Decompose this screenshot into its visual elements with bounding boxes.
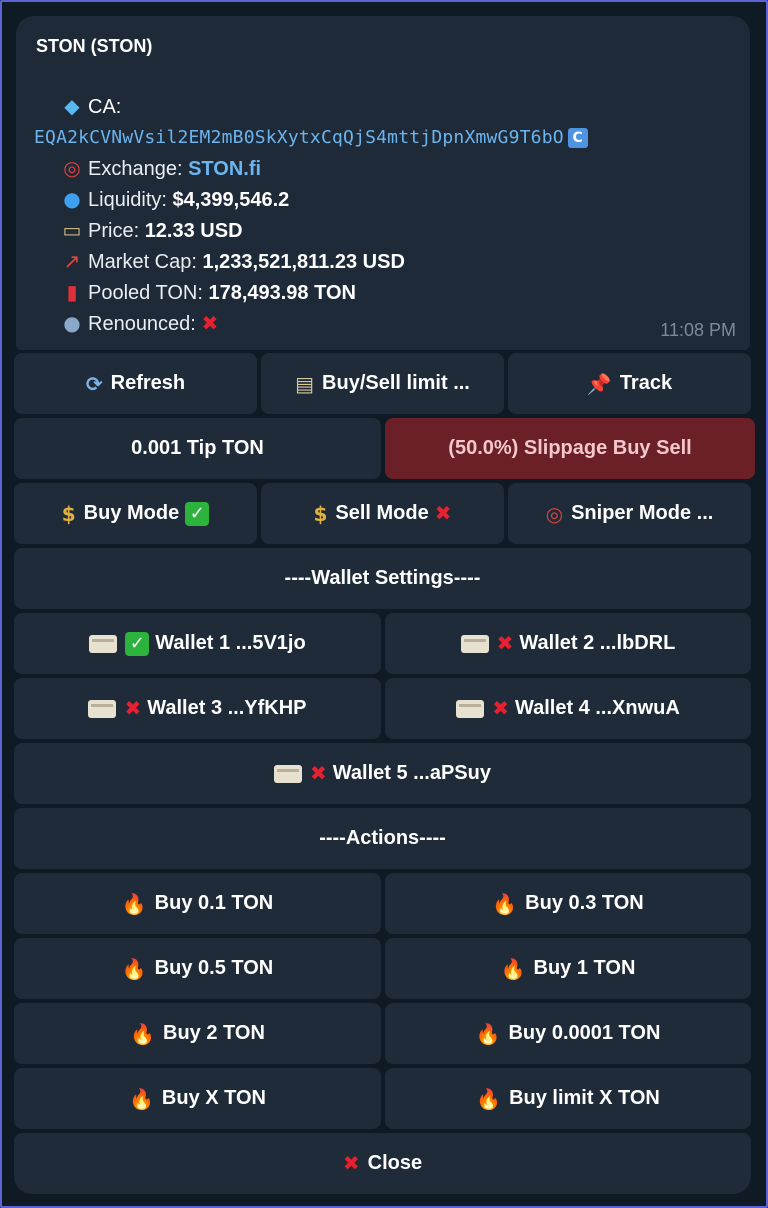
token-title: STON (STON) (36, 36, 153, 56)
credit-card-icon (274, 764, 303, 783)
fire-icon: 🔥 (121, 891, 147, 916)
money-icon: ▭ (62, 218, 82, 242)
buy-limit-x-button[interactable]: 🔥 Buy limit X TON (385, 1068, 751, 1129)
target-icon: ◎ (63, 156, 81, 180)
contract-address[interactable]: EQA2kCVNwVsil2EM2mB0SkXytxCqQjS4mttjDpnX… (34, 127, 588, 148)
pin-icon: 📌 (586, 371, 612, 396)
exchange-link[interactable]: STON.fi (188, 158, 261, 180)
ca-line: ◆ CA: (56, 94, 121, 119)
market-cap-line: ↗ Market Cap: 1,233,521,811.23 USD (56, 249, 405, 274)
pooled-label: Pooled TON: (88, 282, 203, 304)
buy-sell-limit-button[interactable]: ▤ Buy/Sell limit ... (261, 353, 504, 414)
market-cap-value: 1,233,521,811.23 USD (202, 251, 405, 273)
fire-icon: 🔥 (500, 956, 526, 981)
cross-icon: ✖ (310, 763, 327, 785)
message-timestamp: 11:08 PM (660, 320, 736, 340)
price-line: ▭ Price: 12.33 USD (56, 218, 243, 243)
cross-icon: ✖ (496, 633, 514, 655)
cross-icon: ✖ (201, 313, 219, 335)
droplet-icon: ● (63, 187, 81, 211)
buy-0-3-button[interactable]: 🔥 Buy 0.3 TON (385, 873, 751, 934)
liquidity-value: $4,399,546.2 (172, 189, 290, 211)
buy-mode-button[interactable]: $ Buy Mode ✓ (14, 483, 257, 544)
money-bag-icon: $ (313, 501, 328, 526)
tip-button[interactable]: 0.001 Tip TON (14, 418, 381, 479)
buy-1-button[interactable]: 🔥 Buy 1 TON (385, 938, 751, 999)
close-button[interactable]: ✖ Close (14, 1133, 751, 1194)
wallet-3-button[interactable]: ✖ Wallet 3 ...YfKHP (14, 678, 381, 739)
ca-label: CA: (88, 96, 122, 118)
track-button[interactable]: 📌 Track (508, 353, 751, 414)
cross-icon: ✖ (492, 698, 509, 720)
wallet-2-button[interactable]: ✖ Wallet 2 ...lbDRL (385, 613, 751, 674)
message-bubble: STON (STON) ◆ CA: EQA2kCVNwVsil2EM2mB0SkX… (16, 16, 750, 350)
contract-address-text[interactable]: EQA2kCVNwVsil2EM2mB0SkXytxCqQjS4mttjDpnX… (34, 127, 564, 148)
clipboard-icon: ▤ (295, 371, 315, 396)
fire-icon: 🔥 (476, 1086, 502, 1111)
fire-icon: 🔥 (492, 891, 518, 916)
credit-card-icon (88, 699, 117, 718)
check-icon: ✓ (125, 631, 150, 656)
buy-0-1-button[interactable]: 🔥 Buy 0.1 TON (14, 873, 381, 934)
fire-icon: 🔥 (475, 1021, 501, 1046)
buy-2-button[interactable]: 🔥 Buy 2 TON (14, 1003, 381, 1064)
fire-icon: 🔥 (129, 1086, 154, 1111)
actions-header[interactable]: ----Actions---- (14, 808, 751, 869)
copy-icon[interactable]: C (567, 128, 588, 148)
fire-icon: 🔥 (121, 956, 147, 981)
sell-mode-button[interactable]: $ Sell Mode ✖ (261, 483, 504, 544)
wallet-5-button[interactable]: ✖ Wallet 5 ...aPSuy (14, 743, 751, 804)
wallet-1-button[interactable]: ✓ Wallet 1 ...5V1jo (14, 613, 381, 674)
market-cap-label: Market Cap: (88, 251, 197, 273)
credit-card-icon (460, 634, 489, 653)
cross-icon: ✖ (434, 503, 452, 525)
chart-icon: ↗ (63, 249, 81, 273)
wallet-settings-header[interactable]: ----Wallet Settings---- (14, 548, 751, 609)
buy-x-button[interactable]: 🔥 Buy X TON (14, 1068, 381, 1129)
price-value: 12.33 USD (144, 220, 243, 242)
buy-0-5-button[interactable]: 🔥 Buy 0.5 TON (14, 938, 381, 999)
extinguisher-icon: ▮ (66, 280, 78, 304)
credit-card-icon (89, 634, 118, 653)
pooled-line: ▮ Pooled TON: 178,493.98 TON (56, 280, 356, 305)
sniper-mode-button[interactable]: ◎ Sniper Mode ... (508, 483, 751, 544)
refresh-button[interactable]: ⟳ Refresh (14, 353, 257, 414)
chat-frame: STON (STON) ◆ CA: EQA2kCVNwVsil2EM2mB0SkX… (0, 0, 768, 1208)
renounced-label: Renounced: (88, 313, 196, 335)
exchange-label: Exchange: (88, 158, 183, 180)
target-icon: ◎ (545, 501, 564, 526)
exchange-line: ◎ Exchange: STON.fi (56, 156, 261, 181)
diamond-icon: ◆ (64, 94, 80, 118)
buy-0-0001-button[interactable]: 🔥 Buy 0.0001 TON (385, 1003, 751, 1064)
cross-icon: ✖ (124, 698, 142, 720)
money-bag-icon: $ (61, 501, 76, 526)
person-icon: ● (63, 311, 81, 335)
refresh-icon: ⟳ (85, 371, 103, 396)
liquidity-line: ● Liquidity: $4,399,546.2 (56, 187, 289, 212)
check-icon: ✓ (185, 501, 210, 526)
credit-card-icon (456, 699, 485, 718)
slippage-button[interactable]: (50.0%) Slippage Buy Sell (385, 418, 755, 479)
cross-icon: ✖ (342, 1153, 360, 1175)
fire-icon: 🔥 (130, 1021, 156, 1046)
liquidity-label: Liquidity: (88, 189, 167, 211)
pooled-value: 178,493.98 TON (208, 282, 356, 304)
wallet-4-button[interactable]: ✖ Wallet 4 ...XnwuA (385, 678, 751, 739)
renounced-line: ● Renounced: ✖ (56, 311, 218, 336)
price-label: Price: (88, 220, 140, 242)
